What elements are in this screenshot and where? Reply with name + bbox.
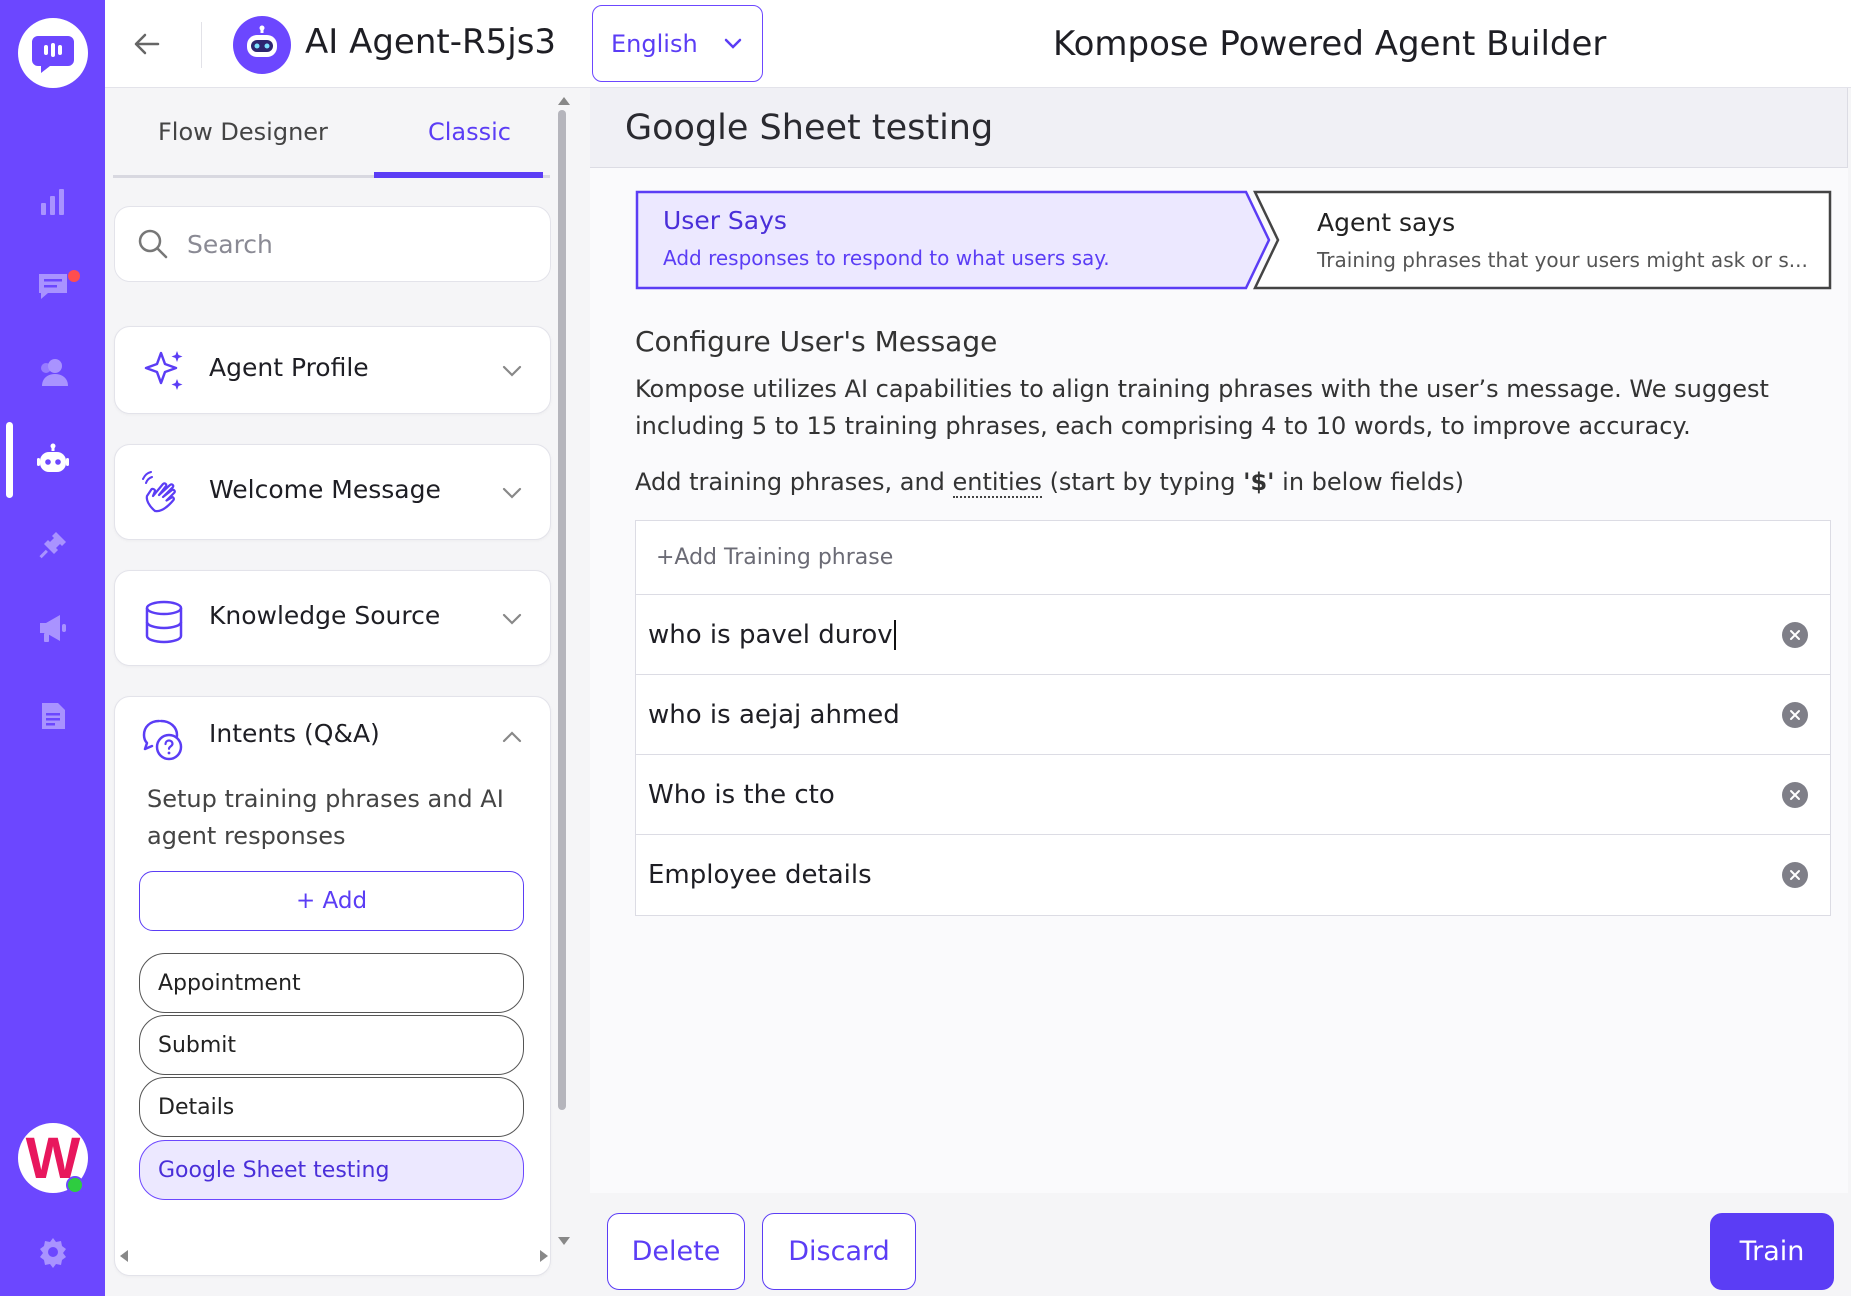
search-box[interactable] <box>114 206 551 282</box>
discard-button[interactable]: Discard <box>762 1213 916 1290</box>
online-status-dot <box>66 1176 84 1194</box>
text-cursor <box>893 619 896 650</box>
instruction-after: in below fields) <box>1274 468 1464 496</box>
knowledge-source-section[interactable]: Knowledge Source <box>114 570 551 666</box>
training-phrase-row[interactable]: Employee details <box>636 835 1830 915</box>
remove-phrase-icon[interactable] <box>1782 622 1808 648</box>
intents-section: Intents (Q&A) Setup training phrases and… <box>114 696 551 1276</box>
training-phrase-text[interactable]: Employee details <box>648 860 872 890</box>
knowledge-source-title: Knowledge Source <box>209 601 441 630</box>
intent-item-google-sheet-testing[interactable]: Google Sheet testing <box>139 1140 524 1200</box>
bot-icon[interactable] <box>0 422 105 498</box>
add-intent-button[interactable]: + Add <box>139 871 524 931</box>
scroll-down-arrow-icon[interactable] <box>556 1234 572 1248</box>
scroll-right-arrow-icon[interactable] <box>537 1248 551 1264</box>
tab-flow-designer[interactable]: Flow Designer <box>158 118 328 146</box>
sidebar-horizontal-scrollbar[interactable] <box>117 1248 557 1264</box>
intent-title: Google Sheet testing <box>625 108 994 148</box>
training-phrases-list: who is pavel durov who is aejaj ahmed Wh… <box>635 520 1831 916</box>
train-button[interactable]: Train <box>1710 1213 1834 1290</box>
intent-header: Google Sheet testing <box>590 88 1848 168</box>
description-text: Kompose utilizes AI capabilities to alig… <box>635 375 1769 440</box>
agent-name: AI Agent-R5js3 <box>305 22 557 62</box>
language-select[interactable]: English <box>592 5 763 82</box>
section-title: Configure User's Message <box>635 325 998 358</box>
step-agent-says-subtitle: Training phrases that your users might a… <box>1317 248 1808 272</box>
instruction-text: Add training phrases, and entities (star… <box>635 468 1464 498</box>
contacts-icon[interactable] <box>0 342 105 402</box>
scroll-up-arrow-icon[interactable] <box>556 94 572 108</box>
chevron-down-icon <box>502 365 522 377</box>
intent-editor-panel: User Says Add responses to respond to wh… <box>590 168 1848 1193</box>
welcome-message-title: Welcome Message <box>209 475 441 504</box>
sidebar-tabs: Flow Designer Classic <box>113 88 550 178</box>
question-chat-icon <box>142 719 183 761</box>
language-value: English <box>611 29 698 58</box>
instruction-token: '$' <box>1243 468 1275 496</box>
waving-hand-icon <box>142 471 176 513</box>
header-divider <box>201 22 202 68</box>
search-icon <box>138 229 168 259</box>
training-phrase-text[interactable]: who is aejaj ahmed <box>648 700 900 730</box>
notes-icon[interactable] <box>0 686 105 746</box>
welcome-message-section[interactable]: Welcome Message <box>114 444 551 540</box>
instruction-before: Add training phrases, and <box>635 468 953 496</box>
agent-profile-section[interactable]: Agent Profile <box>114 326 551 414</box>
integrations-icon[interactable] <box>0 515 105 575</box>
scroll-left-arrow-icon[interactable] <box>117 1248 131 1264</box>
remove-phrase-icon[interactable] <box>1782 782 1808 808</box>
action-footer: Delete Discard Train <box>590 1193 1851 1296</box>
delete-button[interactable]: Delete <box>607 1213 745 1290</box>
remove-phrase-icon[interactable] <box>1782 702 1808 728</box>
chevron-down-icon <box>724 38 741 49</box>
tab-classic[interactable]: Classic <box>428 118 511 146</box>
add-training-phrase-row[interactable] <box>636 521 1830 595</box>
step-agent-says[interactable]: Agent says <box>1317 208 1455 237</box>
tab-active-indicator <box>374 172 543 178</box>
training-phrase-row[interactable]: Who is the cto <box>636 755 1830 835</box>
top-bar: AI Agent-R5js3 English Kompose Powered A… <box>105 0 1851 88</box>
entities-link[interactable]: entities <box>952 468 1042 498</box>
intents-title: Intents (Q&A) <box>209 719 380 748</box>
analytics-icon[interactable] <box>0 172 105 232</box>
chevron-up-icon[interactable] <box>500 725 524 749</box>
training-phrase-row[interactable]: who is pavel durov <box>636 595 1830 675</box>
database-icon <box>145 600 183 644</box>
agent-profile-title: Agent Profile <box>209 353 369 382</box>
notification-dot <box>68 270 80 282</box>
intent-item-details[interactable]: Details <box>139 1077 524 1137</box>
add-training-phrase-input[interactable] <box>656 545 1556 570</box>
chat-logo-icon[interactable] <box>18 18 88 88</box>
search-input[interactable] <box>187 229 527 259</box>
left-nav-rail: W <box>0 0 105 1296</box>
campaigns-icon[interactable] <box>0 598 105 658</box>
training-phrase-text[interactable]: who is pavel durov <box>648 620 893 650</box>
training-phrase-text[interactable]: Who is the cto <box>648 780 835 810</box>
instruction-middle: (start by typing <box>1041 468 1244 496</box>
builder-title: Kompose Powered Agent Builder <box>1053 24 1607 64</box>
step-indicator: User Says Add responses to respond to wh… <box>635 190 1835 290</box>
sidebar-vertical-scrollbar[interactable] <box>553 88 572 1245</box>
main-content: Google Sheet testing User Says Add respo… <box>590 88 1851 1296</box>
intent-item-submit[interactable]: Submit <box>139 1015 524 1075</box>
conversations-icon[interactable] <box>0 256 105 316</box>
agent-avatar-icon <box>233 16 291 74</box>
training-phrase-row[interactable]: who is aejaj ahmed <box>636 675 1830 755</box>
step-shapes <box>635 190 1832 290</box>
step-user-says-subtitle: Add responses to respond to what users s… <box>663 246 1110 270</box>
back-arrow-icon[interactable] <box>129 26 165 62</box>
sparkles-icon <box>144 351 183 390</box>
remove-phrase-icon[interactable] <box>1782 862 1808 888</box>
chevron-down-icon <box>502 487 522 499</box>
chevron-down-icon <box>502 613 522 625</box>
step-agent-says-shape <box>1253 190 1832 290</box>
settings-icon[interactable] <box>0 1222 105 1282</box>
step-user-says[interactable]: User Says <box>663 206 787 235</box>
scrollbar-thumb[interactable] <box>558 110 566 1110</box>
intents-description: Setup training phrases and AI agent resp… <box>147 785 504 850</box>
sidebar: Flow Designer Classic Agent Profile Welc… <box>105 88 590 1296</box>
intent-item-appointment[interactable]: Appointment <box>139 953 524 1013</box>
